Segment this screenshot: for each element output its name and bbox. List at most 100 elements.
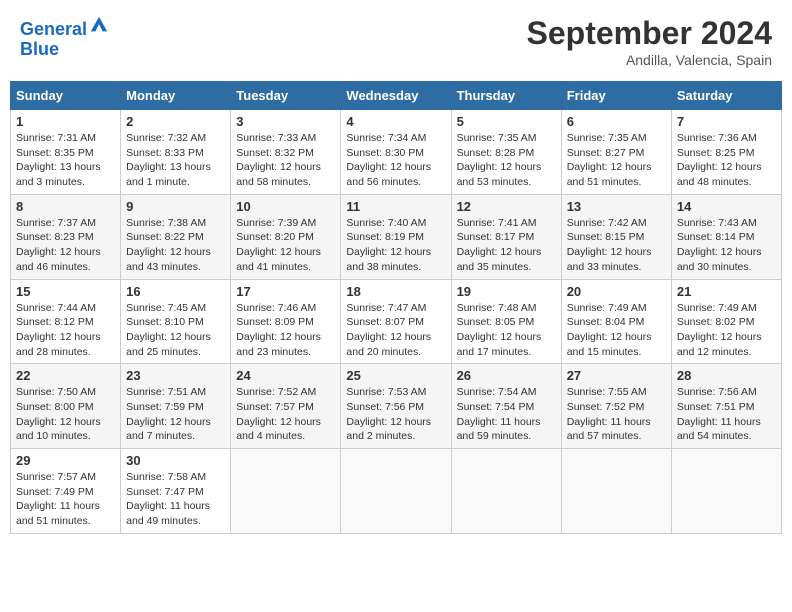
day-number: 11 [346,199,445,214]
day-number: 21 [677,284,776,299]
calendar-cell: 4 Sunrise: 7:34 AMSunset: 8:30 PMDaylight… [341,110,451,195]
page-header: General Blue September 2024 Andilla, Val… [10,10,782,73]
logo: General Blue [20,15,109,60]
calendar-cell [231,449,341,534]
day-info: Sunrise: 7:48 AMSunset: 8:05 PMDaylight:… [457,301,556,360]
day-number: 3 [236,114,335,129]
day-number: 18 [346,284,445,299]
day-number: 5 [457,114,556,129]
day-info: Sunrise: 7:53 AMSunset: 7:56 PMDaylight:… [346,385,445,444]
day-info: Sunrise: 7:51 AMSunset: 7:59 PMDaylight:… [126,385,225,444]
day-number: 29 [16,453,115,468]
calendar-body: 1 Sunrise: 7:31 AMSunset: 8:35 PMDaylight… [11,110,782,534]
day-info: Sunrise: 7:49 AMSunset: 8:04 PMDaylight:… [567,301,666,360]
weekday-monday: Monday [121,82,231,110]
day-info: Sunrise: 7:44 AMSunset: 8:12 PMDaylight:… [16,301,115,360]
calendar-cell: 30 Sunrise: 7:58 AMSunset: 7:47 PMDayligh… [121,449,231,534]
day-info: Sunrise: 7:38 AMSunset: 8:22 PMDaylight:… [126,216,225,275]
day-number: 17 [236,284,335,299]
weekday-thursday: Thursday [451,82,561,110]
calendar-cell: 14Sunrise: 7:43 AMSunset: 8:14 PMDayligh… [671,194,781,279]
day-info: Sunrise: 7:49 AMSunset: 8:02 PMDaylight:… [677,301,776,360]
calendar-cell: 16 Sunrise: 7:45 AMSunset: 8:10 PMDayligh… [121,279,231,364]
calendar-cell: 21 Sunrise: 7:49 AMSunset: 8:02 PMDayligh… [671,279,781,364]
day-info: Sunrise: 7:33 AMSunset: 8:32 PMDaylight:… [236,131,335,190]
calendar-cell: 27Sunrise: 7:55 AMSunset: 7:52 PMDayligh… [561,364,671,449]
day-info: Sunrise: 7:58 AMSunset: 7:47 PMDaylight:… [126,470,225,529]
calendar-cell: 23 Sunrise: 7:51 AMSunset: 7:59 PMDayligh… [121,364,231,449]
day-number: 9 [126,199,225,214]
calendar-cell: 24 Sunrise: 7:52 AMSunset: 7:57 PMDayligh… [231,364,341,449]
day-info: Sunrise: 7:31 AMSunset: 8:35 PMDaylight:… [16,131,115,190]
calendar-cell: 20Sunrise: 7:49 AMSunset: 8:04 PMDayligh… [561,279,671,364]
day-info: Sunrise: 7:46 AMSunset: 8:09 PMDaylight:… [236,301,335,360]
calendar-week-1: 1 Sunrise: 7:31 AMSunset: 8:35 PMDaylight… [11,110,782,195]
calendar-cell: 26Sunrise: 7:54 AMSunset: 7:54 PMDayligh… [451,364,561,449]
weekday-header-row: SundayMondayTuesdayWednesdayThursdayFrid… [11,82,782,110]
location: Andilla, Valencia, Spain [527,52,772,68]
day-number: 12 [457,199,556,214]
day-number: 28 [677,368,776,383]
day-info: Sunrise: 7:54 AMSunset: 7:54 PMDaylight:… [457,385,556,444]
day-info: Sunrise: 7:41 AMSunset: 8:17 PMDaylight:… [457,216,556,275]
day-info: Sunrise: 7:40 AMSunset: 8:19 PMDaylight:… [346,216,445,275]
calendar-cell: 10 Sunrise: 7:39 AMSunset: 8:20 PMDayligh… [231,194,341,279]
day-info: Sunrise: 7:34 AMSunset: 8:30 PMDaylight:… [346,131,445,190]
calendar-cell: 1 Sunrise: 7:31 AMSunset: 8:35 PMDaylight… [11,110,121,195]
calendar-week-5: 29 Sunrise: 7:57 AMSunset: 7:49 PMDayligh… [11,449,782,534]
day-number: 2 [126,114,225,129]
weekday-friday: Friday [561,82,671,110]
day-number: 16 [126,284,225,299]
day-info: Sunrise: 7:39 AMSunset: 8:20 PMDaylight:… [236,216,335,275]
calendar-cell [671,449,781,534]
day-info: Sunrise: 7:47 AMSunset: 8:07 PMDaylight:… [346,301,445,360]
calendar-week-4: 22 Sunrise: 7:50 AMSunset: 8:00 PMDayligh… [11,364,782,449]
day-number: 22 [16,368,115,383]
day-number: 24 [236,368,335,383]
calendar-cell: 18 Sunrise: 7:47 AMSunset: 8:07 PMDayligh… [341,279,451,364]
calendar-week-3: 15 Sunrise: 7:44 AMSunset: 8:12 PMDayligh… [11,279,782,364]
day-info: Sunrise: 7:45 AMSunset: 8:10 PMDaylight:… [126,301,225,360]
calendar-cell: 3 Sunrise: 7:33 AMSunset: 8:32 PMDaylight… [231,110,341,195]
day-number: 1 [16,114,115,129]
day-number: 19 [457,284,556,299]
weekday-saturday: Saturday [671,82,781,110]
day-info: Sunrise: 7:42 AMSunset: 8:15 PMDaylight:… [567,216,666,275]
day-info: Sunrise: 7:36 AMSunset: 8:25 PMDaylight:… [677,131,776,190]
day-number: 14 [677,199,776,214]
day-info: Sunrise: 7:57 AMSunset: 7:49 PMDaylight:… [16,470,115,529]
calendar-cell [561,449,671,534]
calendar-cell [451,449,561,534]
day-info: Sunrise: 7:50 AMSunset: 8:00 PMDaylight:… [16,385,115,444]
weekday-wednesday: Wednesday [341,82,451,110]
day-number: 13 [567,199,666,214]
day-info: Sunrise: 7:37 AMSunset: 8:23 PMDaylight:… [16,216,115,275]
calendar-cell: 5 Sunrise: 7:35 AMSunset: 8:28 PMDaylight… [451,110,561,195]
day-info: Sunrise: 7:56 AMSunset: 7:51 PMDaylight:… [677,385,776,444]
title-block: September 2024 Andilla, Valencia, Spain [527,15,772,68]
calendar-cell: 15 Sunrise: 7:44 AMSunset: 8:12 PMDayligh… [11,279,121,364]
day-number: 4 [346,114,445,129]
calendar-cell: 28 Sunrise: 7:56 AMSunset: 7:51 PMDayligh… [671,364,781,449]
day-number: 25 [346,368,445,383]
calendar-week-2: 8Sunrise: 7:37 AMSunset: 8:23 PMDaylight… [11,194,782,279]
calendar-cell: 11 Sunrise: 7:40 AMSunset: 8:19 PMDayligh… [341,194,451,279]
day-info: Sunrise: 7:35 AMSunset: 8:28 PMDaylight:… [457,131,556,190]
day-number: 30 [126,453,225,468]
calendar-cell: 29 Sunrise: 7:57 AMSunset: 7:49 PMDayligh… [11,449,121,534]
weekday-sunday: Sunday [11,82,121,110]
logo-blue: Blue [20,39,59,59]
day-number: 10 [236,199,335,214]
day-info: Sunrise: 7:32 AMSunset: 8:33 PMDaylight:… [126,131,225,190]
month-title: September 2024 [527,15,772,52]
day-info: Sunrise: 7:52 AMSunset: 7:57 PMDaylight:… [236,385,335,444]
calendar-cell: 7Sunrise: 7:36 AMSunset: 8:25 PMDaylight… [671,110,781,195]
weekday-tuesday: Tuesday [231,82,341,110]
calendar-table: SundayMondayTuesdayWednesdayThursdayFrid… [10,81,782,534]
day-number: 15 [16,284,115,299]
day-number: 6 [567,114,666,129]
calendar-cell: 17 Sunrise: 7:46 AMSunset: 8:09 PMDayligh… [231,279,341,364]
day-number: 23 [126,368,225,383]
calendar-cell: 6Sunrise: 7:35 AMSunset: 8:27 PMDaylight… [561,110,671,195]
logo-general: General [20,19,87,39]
